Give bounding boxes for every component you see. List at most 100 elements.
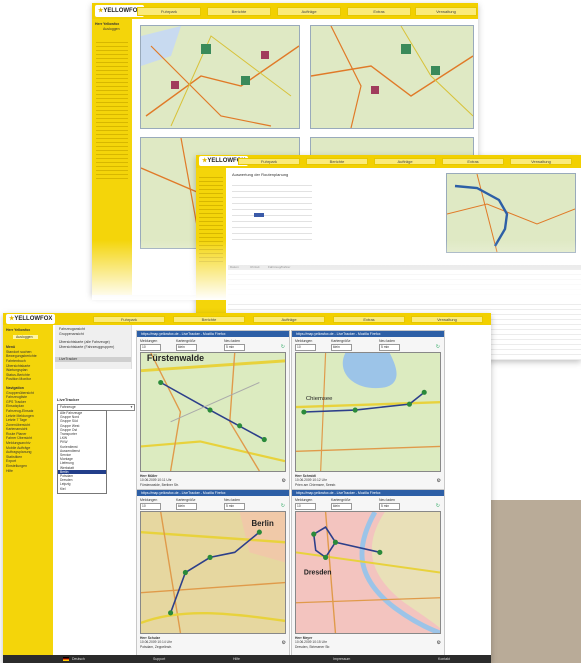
back-map-2[interactable]	[310, 25, 474, 129]
refresh-icon[interactable]: ↻	[281, 344, 285, 350]
back-map-1[interactable]	[140, 25, 300, 129]
select-kartengroesse[interactable]: klein	[331, 344, 352, 351]
back-tab-auftraege[interactable]: Aufträge	[277, 7, 341, 16]
select-meldungen[interactable]: 10	[140, 344, 161, 351]
mid-tab-fuhrpark[interactable]: Fuhrpark	[238, 158, 300, 165]
livetracker-panel-1: https://map.yellowfox.de - LiveTracker -…	[136, 330, 290, 495]
panel-selects: 10 klein 5 min	[140, 503, 286, 510]
mid-tab-auftraege[interactable]: Aufträge	[374, 158, 436, 165]
refresh-icon[interactable]: ↻	[281, 503, 285, 509]
info-address: Fürstenwalde, Berliner Str.	[140, 482, 179, 487]
footer-help[interactable]: Hilfe	[233, 655, 240, 663]
car-icon: ⚙	[281, 640, 286, 646]
info-address: Dresden, Striesener Str.	[295, 644, 331, 649]
panel-selects: 10 klein 5 min	[295, 503, 441, 510]
panel-map[interactable]: Dresden	[295, 511, 441, 634]
front-sidebar: Herr Yellowfox Ausloggen Menü Standort s…	[3, 325, 53, 655]
panel-map[interactable]: Berlin	[140, 511, 286, 634]
subnav-uebersicht-gruppen[interactable]: Übersichtskarte (Fahrzeuggruppen)	[59, 345, 114, 349]
map-place-name: Dresden	[304, 569, 332, 576]
car-icon: ⚙	[281, 478, 286, 484]
vehicle-dropdown-list[interactable]: Alle Fahrzeuge Gruppe Nord Gruppe Süd Gr…	[57, 410, 107, 494]
back-tab-extras[interactable]: Extras	[347, 7, 411, 16]
select-kartengroesse[interactable]: klein	[176, 344, 197, 351]
front-tab-extras[interactable]: Extras	[333, 316, 405, 323]
livetracker-panel-3: https://map.yellowfox.de - LiveTracker -…	[136, 489, 290, 657]
livetracker-label: LiveTracker	[57, 397, 80, 402]
mid-heading: Auswertung der Routenplanung	[232, 172, 289, 177]
select-meldungen[interactable]: 10	[295, 344, 316, 351]
refresh-icon[interactable]: ↻	[436, 344, 440, 350]
panel-map[interactable]: Chiemsee	[295, 352, 441, 472]
select-kartengroesse[interactable]: klein	[331, 503, 352, 510]
chevron-down-icon: ▼	[130, 405, 133, 409]
label-meldungen: Meldungen	[140, 498, 158, 502]
mid-tab-berichte[interactable]: Berichte	[306, 158, 368, 165]
refresh-icon[interactable]: ↻	[436, 503, 440, 509]
footer-support[interactable]: Support	[153, 655, 165, 663]
select-neu-laden[interactable]: 5 min	[224, 344, 245, 351]
mid-button[interactable]	[254, 213, 264, 217]
back-map-2-drawing	[311, 26, 473, 128]
footer-language[interactable]: Deutsch	[72, 655, 85, 663]
info-address: Prien am Chiemsee, Seestr.	[295, 482, 337, 487]
label-kartengroesse: Kartengröße	[176, 339, 196, 343]
nav-item[interactable]: Hilfe	[3, 469, 53, 474]
panel-title: https://map.yellowfox.de - LiveTracker -…	[292, 331, 444, 337]
back-tab-berichte[interactable]: Berichte	[207, 7, 271, 16]
subnav-fahrzeugansicht[interactable]: Fahrzeugansicht	[59, 327, 85, 331]
label-meldungen: Meldungen	[140, 339, 158, 343]
front-footer: Deutsch Support Hilfe Impressum Kontakt	[3, 655, 491, 663]
select-neu-laden[interactable]: 5 min	[379, 503, 400, 510]
footer-contact[interactable]: Kontakt	[438, 655, 450, 663]
label-kartengroesse: Kartengröße	[331, 498, 351, 502]
front-tab-verwaltung[interactable]: Verwaltung	[411, 316, 483, 323]
panel-title: https://map.yellowfox.de - LiveTracker -…	[137, 331, 289, 337]
label-neu-laden: Neu laden	[379, 498, 395, 502]
label-kartengroesse: Kartengröße	[331, 339, 351, 343]
select-meldungen[interactable]: 10	[295, 503, 316, 510]
panel-title: https://map.yellowfox.de - LiveTracker -…	[137, 490, 289, 496]
back-map-1-drawing	[141, 26, 299, 127]
select-meldungen[interactable]: 10	[140, 503, 161, 510]
menu-item[interactable]: Position Monitor	[3, 377, 53, 382]
select-neu-laden[interactable]: 5 min	[379, 344, 400, 351]
mid-tab-verwaltung[interactable]: Verwaltung	[510, 158, 572, 165]
panel-labels: Meldungen Kartengröße Neu laden	[295, 339, 441, 343]
front-logout-button[interactable]: Ausloggen	[13, 334, 38, 340]
panel-selects: 10 klein 5 min	[140, 344, 286, 351]
map-place-name: Berlin	[251, 519, 273, 528]
info-address: Potsdam, Zeppelinstr.	[140, 644, 172, 649]
footer-imprint[interactable]: Impressum	[333, 655, 350, 663]
back-logout-button[interactable]: Ausloggen	[100, 27, 132, 32]
front-tab-auftraege[interactable]: Aufträge	[253, 316, 325, 323]
label-meldungen: Meldungen	[295, 498, 313, 502]
panel-map-drawing: Berlin	[141, 512, 285, 633]
vehicle-select-value: Fahrzeuge	[60, 405, 76, 409]
panel-info: Herr Meyer 10.06.2009 10:15 Uhr Dresden,…	[295, 636, 436, 653]
select-neu-laden[interactable]: 5 min	[224, 503, 245, 510]
front-sidebar-user: Herr Yellowfox	[6, 328, 31, 332]
subnav-uebersicht-alle[interactable]: Übersichtskarte (alle Fahrzeuge)	[59, 340, 110, 344]
front-tab-berichte[interactable]: Berichte	[173, 316, 245, 323]
panel-map-drawing: Chiemsee	[296, 353, 440, 471]
reflection-fade	[92, 240, 581, 300]
select-kartengroesse[interactable]: klein	[176, 503, 197, 510]
front-logo[interactable]: ★YELLOWFOX	[6, 314, 56, 324]
subnav-livetracker[interactable]: LiveTracker	[55, 357, 131, 362]
logo-text: YELLOWFOX	[14, 316, 53, 322]
back-tab-verwaltung[interactable]: Verwaltung	[415, 7, 477, 16]
label-meldungen: Meldungen	[295, 339, 313, 343]
panel-map[interactable]: Fürstenwalde	[140, 352, 286, 472]
label-neu-laden: Neu laden	[224, 498, 240, 502]
dropdown-option[interactable]: Kiel	[58, 487, 106, 491]
front-tab-fuhrpark[interactable]: Fuhrpark	[93, 316, 165, 323]
subnav-gruppenansicht[interactable]: Gruppenansicht	[59, 332, 84, 336]
mid-tab-extras[interactable]: Extras	[442, 158, 504, 165]
panel-labels: Meldungen Kartengröße Neu laden	[140, 498, 286, 502]
label-neu-laden: Neu laden	[224, 339, 240, 343]
panel-map-drawing: Dresden	[296, 512, 440, 633]
flag-icon	[63, 657, 69, 661]
front-window: ★YELLOWFOX Fuhrpark Berichte Aufträge Ex…	[3, 313, 491, 663]
back-tab-fuhrpark[interactable]: Fuhrpark	[137, 7, 201, 16]
